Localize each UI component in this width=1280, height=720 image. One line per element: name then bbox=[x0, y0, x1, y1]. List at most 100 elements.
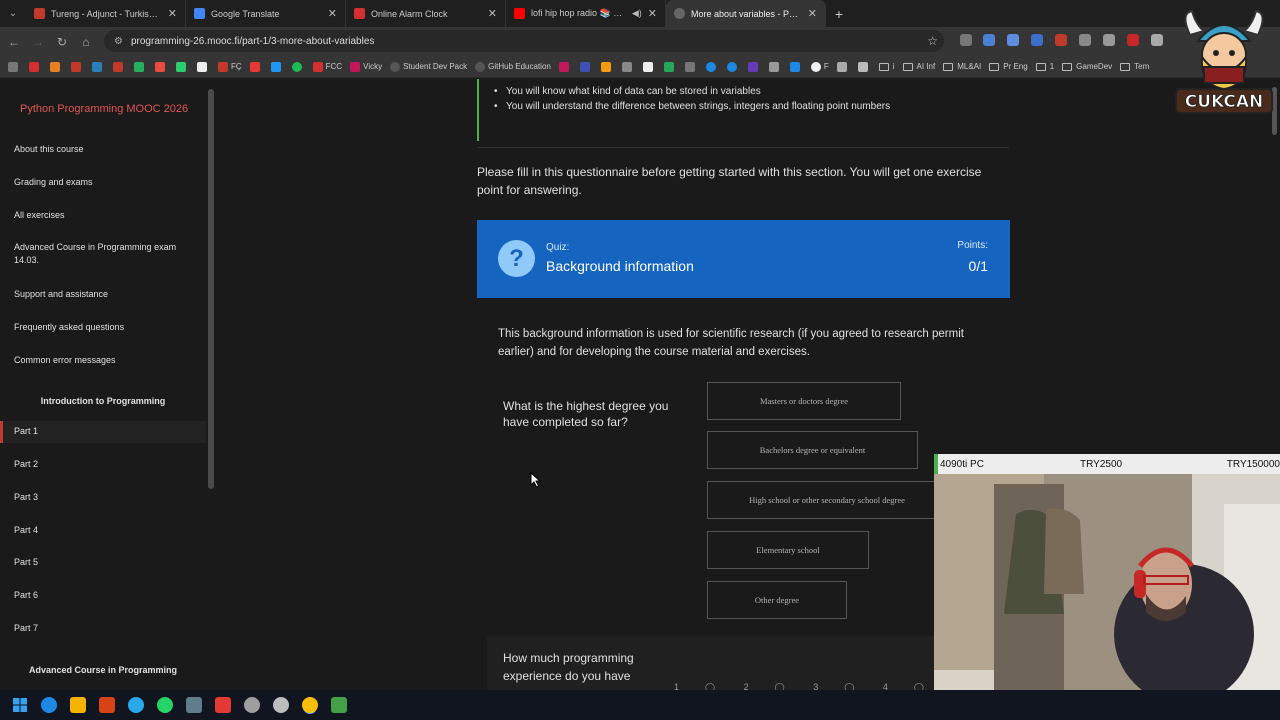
bookmark-icon[interactable] bbox=[789, 61, 803, 72]
settings-gear-icon[interactable] bbox=[273, 697, 289, 713]
bookmark-icon[interactable] bbox=[71, 61, 84, 72]
whatsapp-icon[interactable] bbox=[157, 697, 173, 713]
bookmark-icon[interactable] bbox=[621, 61, 635, 72]
extension-icon[interactable] bbox=[983, 34, 995, 46]
windows-start-icon[interactable] bbox=[12, 697, 28, 713]
sidebar-item-support[interactable]: Support and assistance bbox=[14, 288, 194, 301]
tab-tureng[interactable]: Tureng - Adjunct - Turkish Engl ✕ bbox=[26, 0, 186, 27]
sidebar-item-about[interactable]: About this course bbox=[14, 143, 194, 156]
extension-icon[interactable] bbox=[1151, 34, 1163, 46]
radio-3[interactable]: 3 ◯ bbox=[813, 682, 854, 690]
course-title[interactable]: Python Programming MOOC 2026 bbox=[20, 103, 188, 115]
sidebar-item-part-2[interactable]: Part 2 bbox=[14, 458, 194, 471]
option-elementary[interactable]: Elementary school bbox=[707, 531, 869, 569]
sidebar-item-advanced-exam[interactable]: Advanced Course in Programming exam 14.0… bbox=[14, 241, 194, 267]
bookmark-folder-ml-ai[interactable]: ML&AI bbox=[943, 62, 981, 71]
sidebar-item-part-5[interactable]: Part 5 bbox=[14, 556, 194, 569]
sidebar-item-part-1[interactable]: Part 1 bbox=[14, 425, 194, 438]
bookmark-student-dev-pack[interactable]: Student Dev Pack bbox=[390, 61, 467, 72]
extension-icon[interactable] bbox=[1127, 34, 1139, 46]
close-tab-icon[interactable]: ✕ bbox=[488, 7, 497, 20]
speaker-icon[interactable]: ◀) bbox=[632, 8, 642, 19]
bookmark-icon[interactable] bbox=[50, 61, 63, 72]
sidebar-item-faq[interactable]: Frequently asked questions bbox=[14, 321, 194, 334]
extension-icon[interactable] bbox=[1055, 34, 1067, 46]
bookmark-icon[interactable] bbox=[270, 61, 284, 72]
bookmark-icon[interactable] bbox=[558, 61, 572, 72]
option-bachelors[interactable]: Bachelors degree or equivalent bbox=[707, 431, 918, 469]
close-tab-icon[interactable]: ✕ bbox=[808, 7, 817, 20]
bookmark-icon[interactable] bbox=[857, 61, 871, 72]
app-icon[interactable] bbox=[186, 697, 202, 713]
bookmark-icon[interactable] bbox=[705, 61, 719, 72]
bookmark-icon[interactable] bbox=[600, 61, 614, 72]
close-tab-icon[interactable]: ✕ bbox=[168, 7, 177, 20]
bookmark-folder-pr-eng[interactable]: Pr Eng bbox=[989, 62, 1028, 71]
extension-icon[interactable] bbox=[1103, 34, 1115, 46]
telegram-icon[interactable] bbox=[128, 697, 144, 713]
site-info-icon[interactable]: ⚙ bbox=[114, 36, 123, 47]
radio-4[interactable]: 4 ◯ bbox=[883, 682, 924, 690]
bookmark-icon[interactable] bbox=[29, 61, 42, 72]
extension-icon[interactable] bbox=[1079, 34, 1091, 46]
url-bar[interactable]: ⚙ programming-26.mooc.fi/part-1/3-more-a… bbox=[104, 30, 944, 52]
close-tab-icon[interactable]: ✕ bbox=[328, 7, 337, 20]
extension-icon[interactable] bbox=[960, 34, 972, 46]
sidebar-scrollbar[interactable] bbox=[207, 79, 215, 690]
tab-more-about-variables[interactable]: More about variables - Python P ✕ bbox=[666, 0, 826, 27]
tab-google-translate[interactable]: Google Translate ✕ bbox=[186, 0, 346, 27]
bookmark-icon[interactable] bbox=[684, 61, 698, 72]
bookmark-vicky[interactable]: Vicky bbox=[350, 61, 382, 72]
apps-grid-icon[interactable] bbox=[8, 61, 21, 72]
bookmark-fc[interactable]: FÇ bbox=[218, 61, 242, 72]
bookmark-icon[interactable] bbox=[579, 61, 593, 72]
extension-icon[interactable] bbox=[1031, 34, 1043, 46]
option-masters[interactable]: Masters or doctors degree bbox=[707, 382, 901, 420]
tab-alarm-clock[interactable]: Online Alarm Clock ✕ bbox=[346, 0, 506, 27]
bookmark-folder-gamedev[interactable]: GameDev bbox=[1062, 62, 1112, 71]
bookmark-icon[interactable] bbox=[134, 61, 147, 72]
radio-1[interactable]: 1 ◯ bbox=[674, 682, 715, 690]
bookmark-icon[interactable] bbox=[92, 61, 105, 72]
bookmark-f[interactable]: F bbox=[810, 61, 829, 72]
sidebar-item-common-errors[interactable]: Common error messages bbox=[14, 354, 194, 367]
close-tab-icon[interactable]: ✕ bbox=[648, 7, 657, 20]
sidebar-item-all-exercises[interactable]: All exercises bbox=[14, 209, 194, 222]
sidebar-item-part-4[interactable]: Part 4 bbox=[14, 524, 194, 537]
bookmark-icon[interactable] bbox=[155, 61, 168, 72]
bookmark-icon[interactable] bbox=[249, 61, 263, 72]
sidebar-item-part-3[interactable]: Part 3 bbox=[14, 491, 194, 504]
bookmark-icon[interactable] bbox=[291, 61, 305, 72]
extension-icon[interactable] bbox=[1007, 34, 1019, 46]
scrollbar-thumb[interactable] bbox=[208, 89, 214, 489]
forward-icon[interactable]: → bbox=[26, 35, 50, 49]
bookmark-icon[interactable] bbox=[836, 61, 850, 72]
edge-icon[interactable] bbox=[41, 697, 57, 713]
bookmark-icon[interactable] bbox=[197, 61, 210, 72]
app-icon[interactable] bbox=[99, 697, 115, 713]
file-explorer-icon[interactable] bbox=[70, 697, 86, 713]
new-tab-icon[interactable]: + bbox=[826, 6, 852, 22]
home-icon[interactable]: ⌂ bbox=[74, 35, 98, 49]
bookmark-star-icon[interactable]: ☆ bbox=[927, 34, 938, 48]
bookmark-icon[interactable] bbox=[768, 61, 782, 72]
radio-2[interactable]: 2 ◯ bbox=[744, 682, 785, 690]
option-other[interactable]: Other degree bbox=[707, 581, 847, 619]
bookmark-icon[interactable] bbox=[747, 61, 761, 72]
tab-search-icon[interactable]: ⌄ bbox=[0, 0, 26, 27]
bookmark-icon[interactable] bbox=[642, 61, 656, 72]
reload-icon[interactable]: ↻ bbox=[50, 35, 74, 49]
bookmark-fcc[interactable]: FCC bbox=[312, 61, 342, 72]
bookmark-icon[interactable] bbox=[726, 61, 740, 72]
chrome-icon[interactable] bbox=[302, 697, 318, 713]
bookmark-icon[interactable] bbox=[663, 61, 677, 72]
option-high-school[interactable]: High school or other secondary school de… bbox=[707, 481, 947, 519]
app-icon[interactable] bbox=[331, 697, 347, 713]
sidebar-item-part-6[interactable]: Part 6 bbox=[14, 589, 194, 602]
bookmark-icon[interactable] bbox=[176, 61, 189, 72]
app-icon[interactable] bbox=[215, 697, 231, 713]
sidebar-item-part-7[interactable]: Part 7 bbox=[14, 622, 194, 635]
app-icon[interactable] bbox=[244, 697, 260, 713]
sidebar-item-grading[interactable]: Grading and exams bbox=[14, 176, 194, 189]
bookmark-folder-ai-inf[interactable]: AI Inf bbox=[902, 62, 935, 71]
